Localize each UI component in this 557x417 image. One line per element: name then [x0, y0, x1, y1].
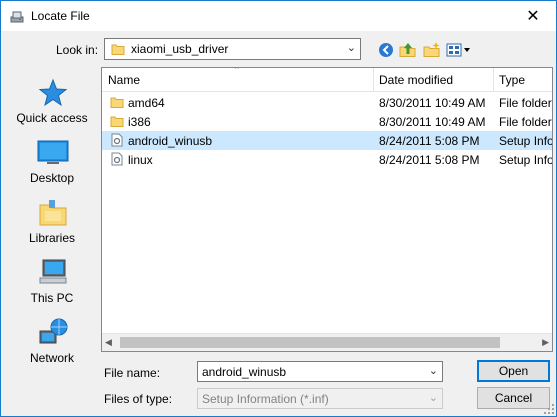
- place-label: Network: [29, 351, 74, 365]
- sort-ascending-icon: ⌃: [233, 67, 241, 75]
- place-quick-access[interactable]: Quick access: [8, 77, 96, 133]
- window-title: Locate File: [31, 9, 90, 23]
- inf-file-icon: [111, 133, 123, 147]
- list-item[interactable]: i386 8/30/2011 10:49 AM File folder: [102, 112, 552, 131]
- file-date: 8/30/2011 10:49 AM: [379, 115, 486, 129]
- up-folder-icon: [399, 43, 416, 57]
- look-in-label: Look in:: [56, 43, 99, 57]
- file-date: 8/24/2011 5:08 PM: [379, 153, 480, 167]
- column-header-type[interactable]: Type: [499, 73, 525, 87]
- folder-icon: [111, 44, 125, 55]
- file-name-label: File name:: [104, 366, 161, 380]
- chevron-down-icon[interactable]: ⌄: [429, 364, 438, 377]
- file-type-dropdown[interactable]: Setup Information (*.inf) ⌄: [197, 388, 443, 409]
- desktop-icon: [37, 140, 69, 164]
- file-name-value: android_winusb: [202, 365, 287, 379]
- place-label: Quick access: [16, 111, 88, 125]
- open-button-label: Open: [498, 364, 529, 378]
- column-divider[interactable]: [373, 68, 374, 92]
- cancel-button[interactable]: Cancel: [477, 387, 550, 409]
- resize-grip-icon[interactable]: [544, 404, 554, 414]
- file-name-combobox[interactable]: android_winusb ⌄: [197, 361, 443, 382]
- up-one-level-button[interactable]: [398, 40, 418, 60]
- place-label: Libraries: [28, 231, 76, 245]
- close-button[interactable]: ✕: [510, 1, 556, 31]
- place-network[interactable]: Network: [8, 317, 96, 373]
- file-type: Setup Information: [499, 153, 552, 167]
- file-name: amd64: [128, 96, 165, 110]
- column-divider[interactable]: [493, 68, 494, 92]
- new-folder-button[interactable]: [422, 40, 442, 60]
- chevron-down-icon: ⌄: [428, 392, 438, 404]
- file-name: linux: [128, 153, 153, 167]
- scroll-right-icon[interactable]: ▶: [542, 337, 549, 348]
- folder-icon: [110, 116, 124, 127]
- view-menu-button[interactable]: [446, 40, 472, 60]
- scroll-left-icon[interactable]: ◀: [105, 337, 112, 348]
- file-type-value: Setup Information (*.inf): [202, 392, 329, 406]
- list-item[interactable]: amd64 8/30/2011 10:49 AM File folder: [102, 93, 552, 112]
- place-this-pc[interactable]: This PC: [8, 257, 96, 313]
- look-in-dropdown[interactable]: xiaomi_usb_driver ⌄: [104, 38, 361, 60]
- column-header-date-modified[interactable]: Date modified: [379, 73, 453, 87]
- column-header-name[interactable]: Name: [108, 73, 140, 87]
- list-header: ⌃ Name Date modified Type: [102, 68, 552, 92]
- place-libraries[interactable]: Libraries: [8, 197, 96, 253]
- pc-icon: [39, 259, 67, 284]
- place-label: This PC: [30, 291, 74, 305]
- libraries-icon: [39, 200, 67, 226]
- close-icon: ✕: [526, 8, 540, 25]
- inf-file-icon: [111, 152, 123, 166]
- file-name: android_winusb: [128, 134, 213, 148]
- places-bar: Quick access Desktop Libraries This PC N…: [8, 67, 96, 377]
- file-type: Setup Information: [499, 134, 552, 148]
- network-icon: [39, 318, 68, 344]
- place-desktop[interactable]: Desktop: [8, 137, 96, 193]
- look-in-value: xiaomi_usb_driver: [131, 42, 229, 56]
- back-icon: [379, 43, 393, 57]
- new-folder-icon: [423, 42, 440, 57]
- title-bar: Locate File ✕: [1, 1, 556, 31]
- app-icon: [10, 11, 24, 23]
- chevron-down-icon: ⌄: [346, 42, 356, 54]
- place-label: Desktop: [29, 171, 75, 185]
- file-date: 8/30/2011 10:49 AM: [379, 96, 486, 110]
- file-type: File folder: [499, 115, 552, 129]
- cancel-button-label: Cancel: [494, 391, 533, 405]
- view-menu-icon: [446, 43, 470, 57]
- file-name: i386: [128, 115, 151, 129]
- scrollbar-thumb[interactable]: [120, 337, 500, 348]
- list-item[interactable]: android_winusb 8/24/2011 5:08 PM Setup I…: [102, 131, 552, 150]
- file-type-label: Files of type:: [104, 392, 173, 406]
- file-date: 8/24/2011 5:08 PM: [379, 134, 480, 148]
- open-button[interactable]: Open: [477, 360, 550, 382]
- back-button[interactable]: [376, 40, 396, 60]
- list-item[interactable]: linux 8/24/2011 5:08 PM Setup Informatio…: [102, 150, 552, 169]
- star-icon: [38, 78, 68, 107]
- horizontal-scrollbar[interactable]: ◀ ▶: [102, 333, 552, 351]
- file-type: File folder: [499, 96, 552, 110]
- locate-file-dialog: Locate File ✕ Look in: xiaomi_usb_driver…: [0, 0, 557, 417]
- file-list[interactable]: ⌃ Name Date modified Type amd64 8/30/201…: [101, 67, 553, 352]
- folder-icon: [110, 97, 124, 108]
